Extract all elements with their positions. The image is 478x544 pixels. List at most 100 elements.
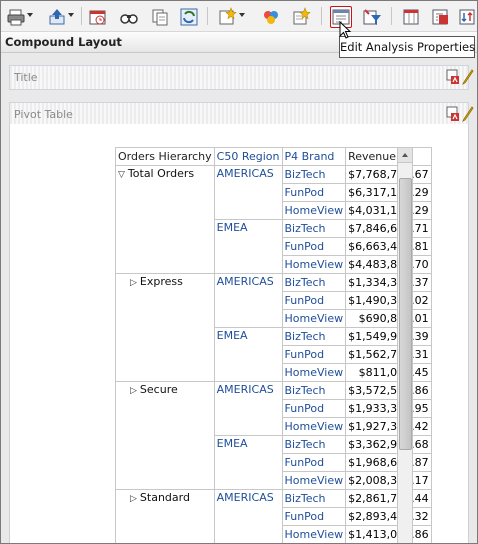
region-cell[interactable]: AMERICAS: [213, 165, 283, 220]
brand-cell[interactable]: HomeView: [281, 471, 347, 490]
revenue-cell: $1,562,743.31: [345, 345, 432, 364]
pivot-header-row: Orders Hierarchy C50 Region P4 Brand Rev…: [115, 147, 432, 166]
edit-view-icon[interactable]: [462, 69, 474, 88]
hierarchy-cell[interactable]: ▷ Secure: [115, 381, 215, 490]
layout-title: Compound Layout: [5, 35, 122, 49]
expand-toggle-icon[interactable]: ▷: [130, 278, 137, 288]
export-dropdown-icon[interactable]: [68, 13, 74, 17]
new-view-dropdown-icon[interactable]: [239, 13, 245, 17]
brand-cell[interactable]: FunPod: [281, 291, 347, 310]
header-brand[interactable]: P4 Brand: [281, 147, 347, 166]
edit-view-icon[interactable]: [462, 106, 474, 125]
preview-icon[interactable]: [118, 6, 140, 28]
revenue-cell: $4,483,830.70: [345, 255, 432, 274]
toolbar-divider: [391, 7, 392, 25]
copy-icon[interactable]: [149, 6, 171, 28]
revenue-cell: $2,893,432.32: [345, 507, 432, 526]
remove-view-icon[interactable]: [446, 69, 460, 88]
remove-view-icon[interactable]: [446, 106, 460, 125]
brand-cell[interactable]: FunPod: [281, 183, 347, 202]
brand-cell[interactable]: HomeView: [281, 417, 347, 436]
hierarchy-cell[interactable]: ▽ Total Orders: [115, 165, 215, 274]
collapse-toggle-icon[interactable]: ▽: [118, 170, 125, 180]
revenue-cell: $1,413,018.86: [345, 525, 432, 543]
region-cell[interactable]: AMERICAS: [213, 489, 283, 543]
title-view-label: Title: [14, 71, 38, 84]
scroll-thumb[interactable]: [399, 178, 412, 450]
hierarchy-label: Total Orders: [127, 167, 195, 180]
revenue-cell: $6,663,416.81: [345, 237, 432, 256]
pivot-row: ▷ Standard AMERICAS BizTech $2,861,796.44: [115, 489, 432, 543]
pivot-body: ▽ Total Orders AMERICAS BizTech $7,768,708.6…: [115, 165, 432, 543]
brand-cell[interactable]: HomeView: [281, 525, 347, 543]
sort-icon[interactable]: [456, 6, 477, 28]
revenue-cell: $1,490,327.02: [345, 291, 432, 310]
brand-cell[interactable]: BizTech: [281, 489, 347, 508]
revenue-cell: $811,021.45: [345, 363, 432, 382]
hierarchy-label: Secure: [139, 383, 178, 396]
tooltip: Edit Analysis Properties: [339, 36, 475, 58]
revenue-cell: $1,549,982.39: [345, 327, 432, 346]
pivot-row: ▽ Total Orders AMERICAS BizTech $7,768,708.6…: [115, 165, 432, 274]
compound-layout-properties-icon[interactable]: [290, 6, 312, 28]
revenue-cell: $2,008,350.17: [345, 471, 432, 490]
revenue-cell: $7,846,665.71: [345, 219, 432, 238]
export-icon[interactable]: [46, 6, 68, 28]
header-orders-hierarchy[interactable]: Orders Hierarchy: [115, 147, 215, 166]
expand-toggle-icon[interactable]: ▷: [130, 386, 137, 396]
brand-cell[interactable]: BizTech: [281, 435, 347, 454]
criteria-icon[interactable]: [429, 6, 451, 28]
region-cell[interactable]: EMEA: [213, 327, 283, 382]
brand-cell[interactable]: BizTech: [281, 327, 347, 346]
region-cell[interactable]: AMERICAS: [213, 273, 283, 328]
brand-cell[interactable]: HomeView: [281, 201, 347, 220]
revenue-cell: $3,362,955.68: [345, 435, 432, 454]
region-cell[interactable]: EMEA: [213, 219, 283, 274]
brand-cell[interactable]: BizTech: [281, 165, 347, 184]
print-icon[interactable]: [5, 6, 27, 28]
column-properties-icon[interactable]: [400, 6, 422, 28]
hierarchy-label: Express: [139, 275, 183, 288]
hierarchy-label: Standard: [139, 491, 190, 504]
new-view-icon[interactable]: [216, 6, 238, 28]
brand-cell[interactable]: FunPod: [281, 237, 347, 256]
revenue-cell: $4,031,188.29: [345, 201, 432, 220]
brand-cell[interactable]: HomeView: [281, 363, 347, 382]
vertical-scrollbar[interactable]: [397, 147, 413, 543]
brand-cell[interactable]: FunPod: [281, 399, 347, 418]
revenue-cell: $2,861,796.44: [345, 489, 432, 508]
pivot-row: ▷ Secure AMERICAS BizTech $3,572,580.86: [115, 381, 432, 490]
revenue-cell: $1,968,634.87: [345, 453, 432, 472]
hierarchy-cell[interactable]: ▷ Standard: [115, 489, 215, 543]
analysis-editor-window: Compound Layout Title Pivot Table Orders…: [0, 0, 478, 544]
revenue-cell: $7,768,708.67: [345, 165, 432, 184]
print-dropdown-icon[interactable]: [27, 13, 33, 17]
header-revenue[interactable]: Revenue: [345, 147, 432, 166]
pivot-view-label: Pivot Table: [14, 108, 73, 121]
brand-cell[interactable]: BizTech: [281, 219, 347, 238]
brand-cell[interactable]: FunPod: [281, 345, 347, 364]
brand-cell[interactable]: BizTech: [281, 273, 347, 292]
revenue-cell: $1,933,347.95: [345, 399, 432, 418]
brand-cell[interactable]: FunPod: [281, 507, 347, 526]
pivot-table: Orders Hierarchy C50 Region P4 Brand Rev…: [115, 147, 432, 543]
expand-toggle-icon[interactable]: ▷: [130, 494, 137, 504]
refresh-icon[interactable]: [178, 6, 200, 28]
filters-icon[interactable]: [361, 6, 383, 28]
brand-cell[interactable]: BizTech: [281, 381, 347, 400]
brand-cell[interactable]: FunPod: [281, 453, 347, 472]
brand-cell[interactable]: HomeView: [281, 309, 347, 328]
region-cell[interactable]: AMERICAS: [213, 381, 283, 436]
view-gallery-icon[interactable]: [260, 6, 282, 28]
toolbar-divider: [321, 7, 322, 25]
revenue-cell: $1,927,360.42: [345, 417, 432, 436]
revenue-cell: $6,317,107.29: [345, 183, 432, 202]
toolbar-divider: [81, 7, 82, 25]
scroll-up-button[interactable]: [398, 148, 412, 163]
region-cell[interactable]: EMEA: [213, 435, 283, 490]
schedule-icon[interactable]: [87, 6, 109, 28]
header-region[interactable]: C50 Region: [213, 147, 283, 166]
brand-cell[interactable]: HomeView: [281, 255, 347, 274]
hierarchy-cell[interactable]: ▷ Express: [115, 273, 215, 382]
title-view-container[interactable]: Title: [9, 65, 474, 90]
